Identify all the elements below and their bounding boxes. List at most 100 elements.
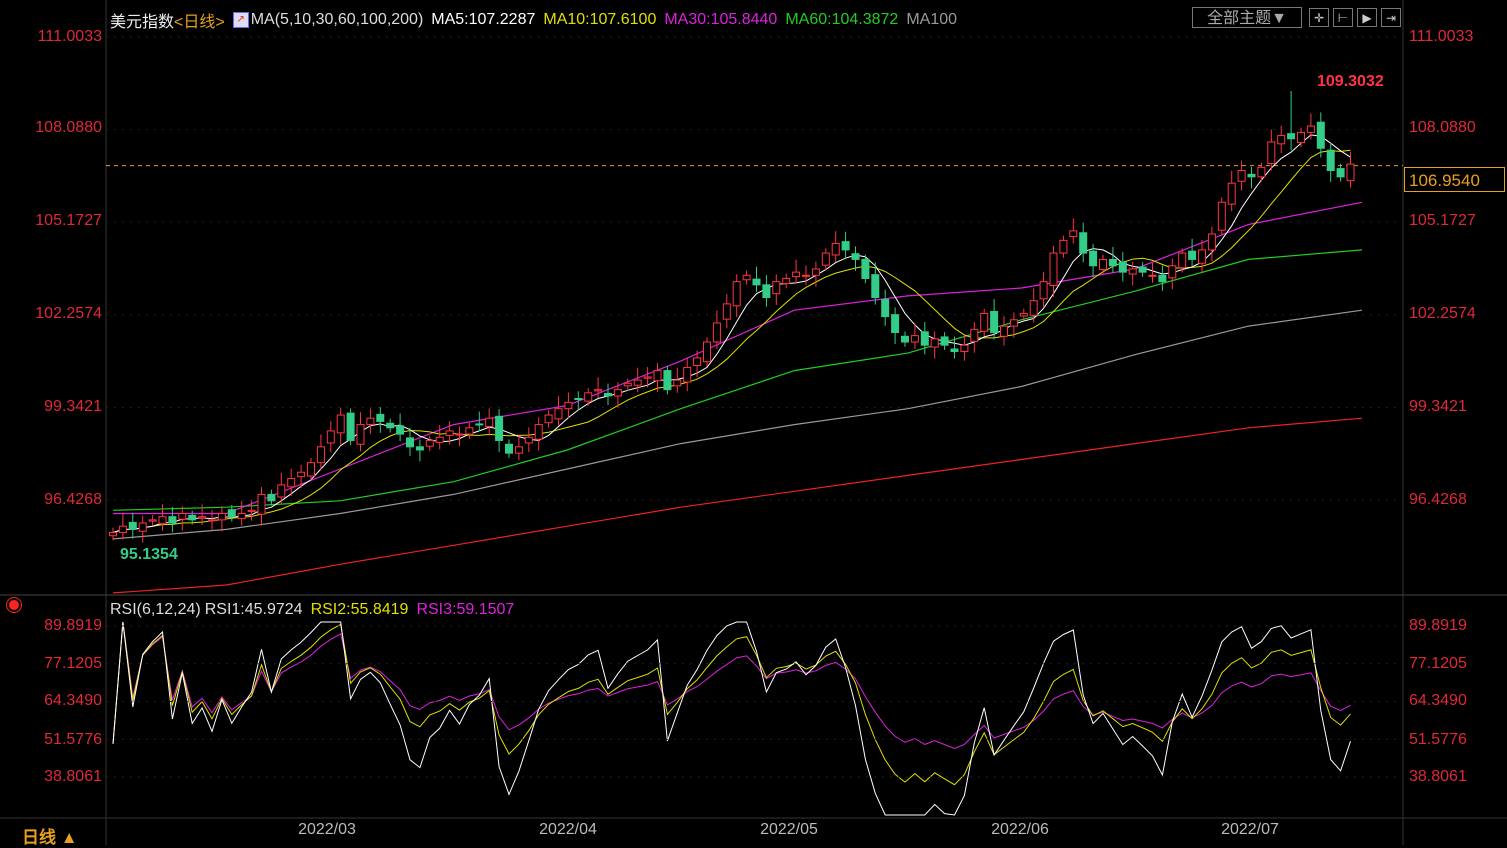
rsi-right-ytick: 51.5776 (1409, 731, 1467, 748)
candle-body (712, 322, 721, 343)
period-switch-button[interactable]: 日线 ▲ (22, 823, 78, 848)
right-ytick: 111.0033 (1409, 28, 1474, 45)
ma5-value: MA5:107.2287 (431, 11, 536, 28)
candle-body (901, 335, 909, 343)
candle-body (168, 516, 177, 524)
candle-body (297, 471, 306, 478)
candle-body (831, 243, 840, 256)
candle-body (811, 268, 820, 276)
candle-body (118, 525, 127, 534)
theme-select[interactable]: 全部主题▼ (1192, 7, 1302, 28)
candle-body (1019, 312, 1028, 317)
crosshair-icon[interactable]: ✛ (1309, 8, 1329, 27)
candle-body (1287, 133, 1296, 140)
candle-body (693, 357, 702, 367)
low-price-label: 95.1354 (120, 546, 178, 563)
rsi-legend: RSI(6,12,24) RSI1:45.9724 RSI2:55.8419 R… (110, 601, 514, 619)
candle-body (455, 433, 464, 436)
candle-body (1306, 125, 1315, 133)
candle-body (970, 328, 979, 342)
candle-body (881, 298, 890, 318)
main-legend: 美元指数 <日线> ↗ MA(5,10,30,60,100,200) MA5:1… (110, 8, 957, 32)
ma30-line (113, 201, 1363, 515)
candle-body (663, 370, 672, 391)
candle-body (782, 277, 791, 285)
candle-body (1118, 261, 1127, 273)
left-ytick: 105.1727 (35, 212, 102, 229)
candle-body (653, 370, 662, 382)
candle-body (198, 516, 207, 519)
candle-body (802, 274, 810, 277)
left-ytick: 96.4268 (44, 491, 102, 508)
zoom-range-icon[interactable]: ⊢ (1333, 8, 1353, 27)
candle-body (148, 519, 157, 522)
left-ytick: 111.0033 (37, 28, 102, 45)
candle-body (554, 408, 563, 420)
candle-body (1089, 250, 1098, 267)
candle-body (1237, 169, 1246, 182)
candle-body (386, 422, 395, 429)
candle-body (524, 436, 533, 444)
play-icon[interactable]: ▶ (1357, 8, 1377, 27)
date-tick: 2022/03 (298, 821, 356, 838)
rsi1-line (112, 621, 1351, 816)
candle-body (1099, 258, 1107, 271)
candle-body (1049, 252, 1058, 286)
candle-body (1039, 281, 1048, 300)
candle-body (643, 376, 652, 379)
exit-icon[interactable]: ⇥ (1381, 8, 1401, 27)
candle-body (861, 258, 870, 279)
rsi-right-ytick: 64.3490 (1409, 692, 1467, 709)
candle-body (703, 341, 711, 363)
candle-body (574, 398, 583, 401)
candle-body (871, 274, 880, 299)
period-label[interactable]: <日线> (174, 8, 225, 32)
rsi3-value: RSI3:59.1507 (416, 601, 515, 618)
candle-body (1297, 131, 1305, 144)
candle-body (1138, 266, 1147, 273)
right-ytick: 108.0880 (1409, 119, 1476, 136)
rsi-right-ytick: 89.8919 (1409, 617, 1467, 634)
candle-body (980, 312, 989, 332)
candle-body (435, 436, 444, 443)
candle-body (960, 344, 969, 353)
candle-body (505, 443, 513, 454)
right-ytick: 102.2574 (1409, 305, 1476, 322)
rsi3-line (112, 621, 1351, 750)
candle-body (316, 446, 325, 464)
candle-body (534, 424, 543, 440)
candle-body (722, 303, 731, 320)
candle-body (336, 414, 345, 434)
candle-body (594, 389, 603, 392)
candle-body (1207, 233, 1216, 251)
candle-body (673, 379, 682, 387)
indicator-settings-icon[interactable] (9, 600, 19, 610)
candle-body (1069, 230, 1078, 238)
candle-body (1346, 163, 1355, 182)
candle-body (1257, 166, 1266, 178)
candle-body (584, 392, 593, 402)
rsi1-value: RSI1:45.9724 (204, 601, 303, 618)
candle-body (930, 338, 939, 348)
candle-body (1277, 135, 1286, 145)
date-tick: 2022/07 (1221, 821, 1279, 838)
candle-body (376, 413, 385, 422)
candle-body (772, 281, 781, 295)
candle-body (613, 389, 622, 397)
candle-body (950, 348, 959, 353)
candle-body (307, 462, 315, 477)
chart-canvas (0, 0, 1507, 845)
candle-body (891, 314, 900, 333)
ma-indicator-icon[interactable]: ↗ (232, 12, 249, 28)
candle-body (208, 519, 216, 522)
rsi-left-ytick: 38.8061 (44, 768, 102, 785)
candle-body (1217, 201, 1226, 231)
rsi2-value: RSI2:55.8419 (310, 601, 409, 618)
candle-body (792, 271, 801, 278)
ma-params: MA(5,10,30,60,100,200) (250, 11, 424, 28)
high-price-label: 109.3032 (1317, 73, 1384, 90)
candle-body (158, 516, 167, 525)
candle-body (495, 415, 504, 441)
date-tick: 2022/04 (539, 821, 597, 838)
candle-body (237, 513, 246, 520)
